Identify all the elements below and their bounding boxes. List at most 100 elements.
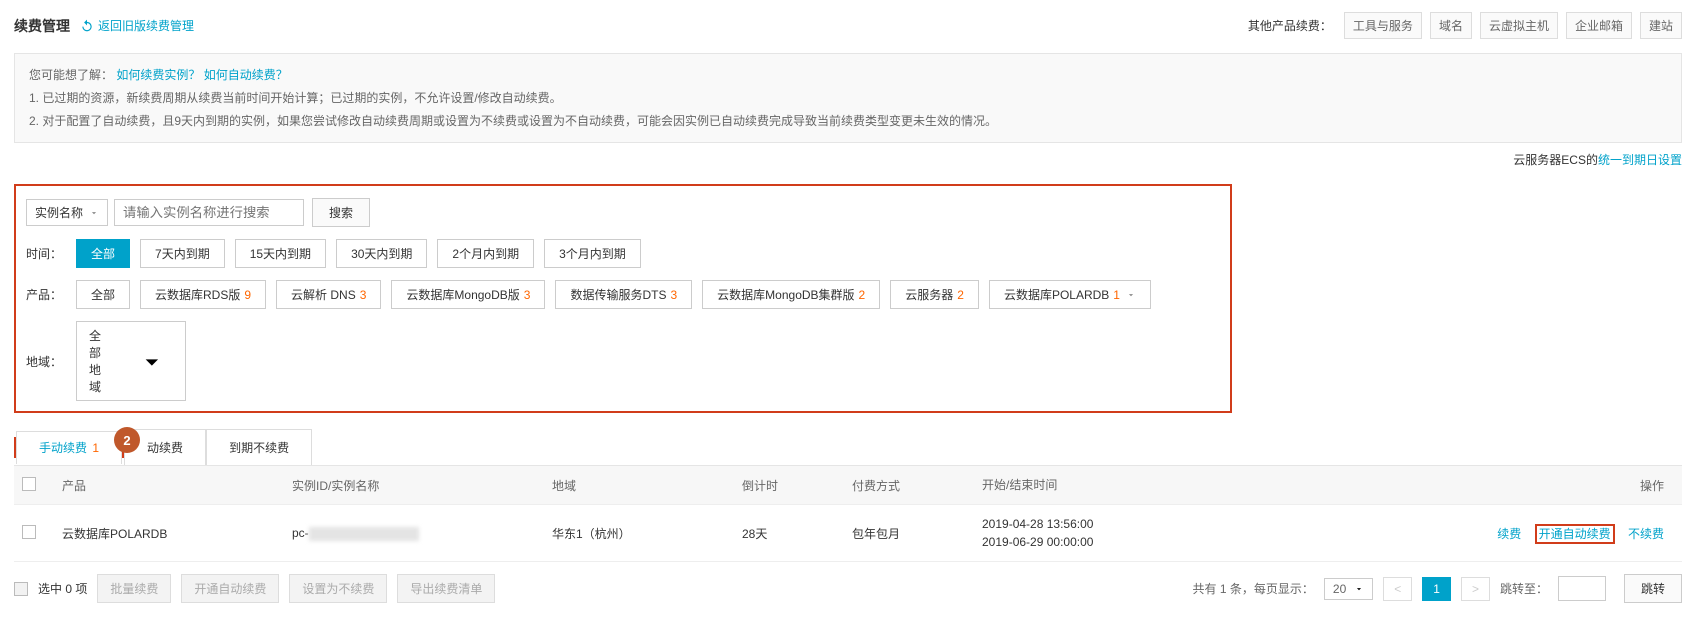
- prod-opt-mongo[interactable]: 云数据库MongoDB版 3: [391, 280, 545, 309]
- batch-renew-button[interactable]: 批量续费: [97, 574, 171, 603]
- prod-opt-rds-count: 9: [244, 288, 251, 302]
- prod-opt-all-label: 全部: [91, 286, 115, 303]
- checkbox-all[interactable]: [22, 477, 36, 491]
- th-product: 产品: [62, 477, 292, 494]
- prod-opt-rds[interactable]: 云数据库RDS版 9: [140, 280, 266, 309]
- other-link-domain[interactable]: 域名: [1430, 12, 1472, 39]
- other-link-site[interactable]: 建站: [1640, 12, 1682, 39]
- th-countdown: 倒计时: [742, 477, 852, 494]
- search-field-select[interactable]: 实例名称: [26, 199, 108, 226]
- tab-norenew[interactable]: 到期不续费: [206, 429, 312, 465]
- export-button[interactable]: 导出续费清单: [397, 574, 495, 603]
- op-norenew[interactable]: 不续费: [1628, 527, 1664, 541]
- batch-norenew-button[interactable]: 设置为不续费: [289, 574, 387, 603]
- prod-opt-mongocluster-count: 2: [859, 288, 866, 302]
- prod-opt-dts-label: 数据传输服务DTS: [570, 286, 666, 303]
- time-opt-15d[interactable]: 15天内到期: [235, 239, 326, 268]
- back-link[interactable]: 返回旧版续费管理: [80, 17, 194, 34]
- prod-opt-polardb-label: 云数据库POLARDB: [1004, 286, 1109, 303]
- notice-link-renew[interactable]: 如何续费实例？: [116, 68, 200, 82]
- prod-opt-dts-count: 3: [670, 288, 677, 302]
- prod-opt-polardb[interactable]: 云数据库POLARDB 1: [989, 280, 1151, 309]
- cell-time-end: 2019-06-29 00:00:00: [982, 533, 1182, 551]
- tab-manual[interactable]: 手动续费 1: [16, 431, 122, 464]
- jump-label: 跳转至：: [1500, 580, 1548, 597]
- cell-region: 华东1（杭州）: [552, 525, 742, 542]
- checkbox-row[interactable]: [22, 525, 36, 539]
- tab-manual-count: 1: [92, 441, 99, 455]
- notice-line-2: 2. 对于配置了自动续费，且9天内到期的实例，如果您尝试修改自动续费周期或设置为…: [29, 110, 1667, 133]
- renew-table: 产品 实例ID/实例名称 地域 倒计时 付费方式 开始/结束时间 操作 云数据库…: [14, 465, 1682, 562]
- tabs: 手动续费 1 2 动续费 到期不续费: [14, 429, 1682, 465]
- prod-opt-rds-label: 云数据库RDS版: [155, 286, 240, 303]
- jump-button[interactable]: 跳转: [1624, 574, 1682, 603]
- jump-input[interactable]: [1558, 576, 1606, 601]
- cell-time-start: 2019-04-28 13:56:00: [982, 515, 1182, 533]
- prod-opt-ecs-label: 云服务器: [905, 286, 953, 303]
- time-opt-3m[interactable]: 3个月内到期: [544, 239, 641, 268]
- prod-opt-ecs[interactable]: 云服务器 2: [890, 280, 979, 309]
- cell-paytype: 包年包月: [852, 525, 982, 542]
- time-label: 时间：: [26, 245, 76, 262]
- page-size-select[interactable]: 20: [1324, 578, 1373, 600]
- op-renew[interactable]: 续费: [1497, 527, 1521, 541]
- total-label: 共有 1 条，每页显示：: [1193, 580, 1314, 597]
- instance-prefix: pc-: [292, 526, 309, 540]
- th-op: 操作: [1182, 477, 1674, 494]
- time-opt-7d[interactable]: 7天内到期: [140, 239, 225, 268]
- cell-countdown: 28天: [742, 525, 852, 542]
- search-input[interactable]: [114, 199, 304, 226]
- prod-opt-mongo-count: 3: [524, 288, 531, 302]
- cell-time: 2019-04-28 13:56:00 2019-06-29 00:00:00: [982, 515, 1182, 551]
- instance-id-hidden: [309, 527, 419, 541]
- prod-opt-dts[interactable]: 数据传输服务DTS 3: [555, 280, 692, 309]
- time-opt-30d[interactable]: 30天内到期: [336, 239, 427, 268]
- page-next[interactable]: >: [1461, 577, 1490, 601]
- filter-panel: 实例名称 搜索 时间： 全部 7天内到期 15天内到期 30天内到期 2个月内到…: [14, 184, 1232, 413]
- prod-opt-dns-count: 3: [360, 288, 367, 302]
- region-select[interactable]: 全部地域: [76, 321, 186, 401]
- other-link-tools[interactable]: 工具与服务: [1344, 12, 1422, 39]
- cell-instance: pc-: [292, 526, 552, 541]
- table-row: 云数据库POLARDB pc- 华东1（杭州） 28天 包年包月 2019-04…: [14, 505, 1682, 562]
- search-button[interactable]: 搜索: [312, 198, 370, 227]
- time-opt-all[interactable]: 全部: [76, 239, 130, 268]
- other-link-vhost[interactable]: 云虚拟主机: [1480, 12, 1558, 39]
- ecs-set-row: 云服务器ECS的统一到期日设置: [1513, 151, 1682, 168]
- other-products: 其他产品续费： 工具与服务 域名 云虚拟主机 企业邮箱 建站: [1248, 12, 1682, 39]
- prod-opt-ecs-count: 2: [957, 288, 964, 302]
- prod-opt-mongo-label: 云数据库MongoDB版: [406, 286, 519, 303]
- table-footer: 选中 0 项 批量续费 开通自动续费 设置为不续费 导出续费清单 共有 1 条，…: [14, 574, 1682, 603]
- cell-ops: 续费 开通自动续费 不续费: [1182, 525, 1674, 542]
- chevron-down-icon: [137, 347, 167, 377]
- th-paytype: 付费方式: [852, 477, 982, 494]
- page-prev[interactable]: <: [1383, 577, 1412, 601]
- checkbox-footer: [14, 582, 28, 596]
- prod-opt-dns[interactable]: 云解析 DNS 3: [276, 280, 381, 309]
- prod-opt-polardb-count: 1: [1113, 288, 1120, 302]
- prod-opt-mongocluster[interactable]: 云数据库MongoDB集群版 2: [702, 280, 880, 309]
- selected-count: 选中 0 项: [38, 580, 87, 597]
- ecs-set-link[interactable]: 统一到期日设置: [1598, 153, 1682, 167]
- ecs-prefix: 云服务器ECS的: [1513, 153, 1598, 167]
- prod-opt-dns-label: 云解析 DNS: [291, 286, 356, 303]
- chevron-down-icon: [89, 208, 99, 218]
- page-title: 续费管理: [14, 16, 70, 36]
- table-header: 产品 实例ID/实例名称 地域 倒计时 付费方式 开始/结束时间 操作: [14, 466, 1682, 505]
- notice-line-1: 1. 已过期的资源，新续费周期从续费当前时间开始计算；已过期的实例，不允许设置/…: [29, 87, 1667, 110]
- th-region: 地域: [552, 477, 742, 494]
- region-label: 地域：: [26, 353, 76, 370]
- prod-opt-mongocluster-label: 云数据库MongoDB集群版: [717, 286, 854, 303]
- chevron-down-icon: [1354, 584, 1364, 594]
- time-opt-2m[interactable]: 2个月内到期: [437, 239, 534, 268]
- prod-opt-all[interactable]: 全部: [76, 280, 130, 309]
- tab-manual-label: 手动续费: [39, 441, 87, 455]
- back-link-text: 返回旧版续费管理: [98, 17, 194, 34]
- cell-product: 云数据库POLARDB: [62, 525, 292, 542]
- other-link-mail[interactable]: 企业邮箱: [1566, 12, 1632, 39]
- notice-link-auto[interactable]: 如何自动续费？: [204, 68, 288, 82]
- page-current[interactable]: 1: [1422, 577, 1451, 601]
- batch-auto-button[interactable]: 开通自动续费: [181, 574, 279, 603]
- page-size-value: 20: [1333, 582, 1346, 596]
- op-enable-auto[interactable]: 开通自动续费: [1535, 524, 1615, 544]
